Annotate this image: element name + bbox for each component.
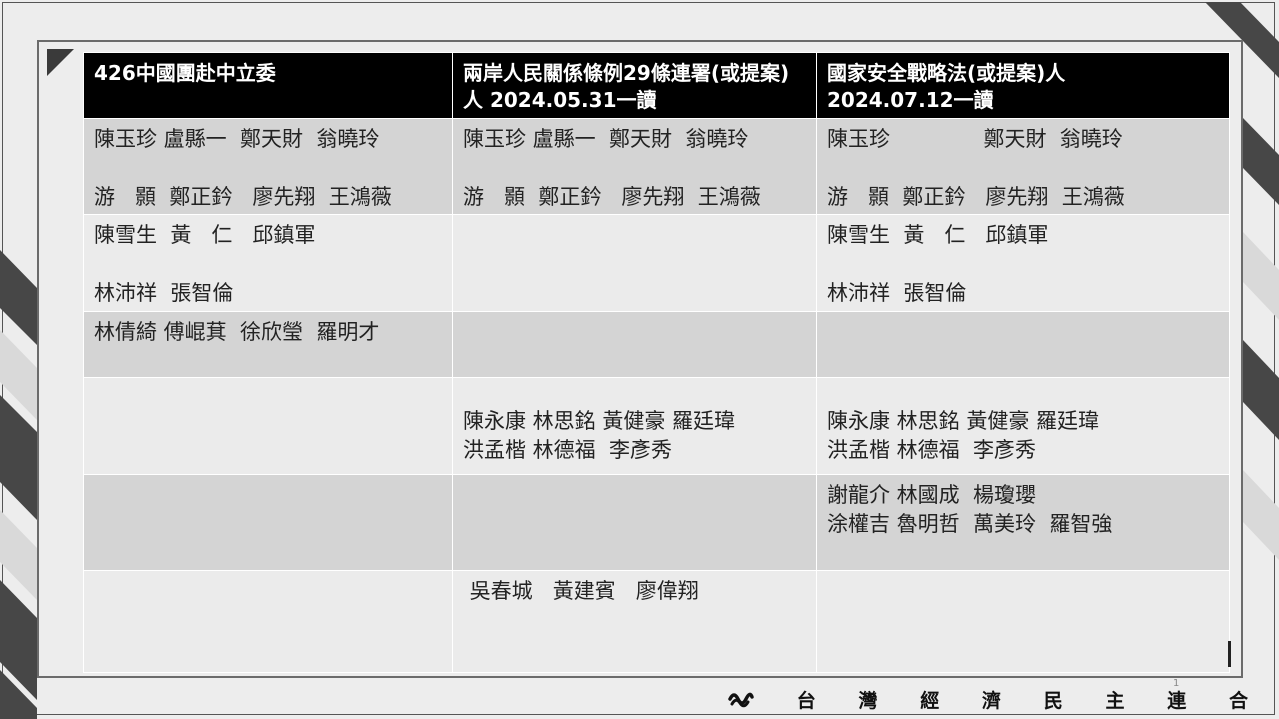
table-row: 陳玉珍 盧縣一 鄭天財 翁曉玲 游 顥 鄭正鈐 廖先翔 王鴻薇 陳玉珍 盧縣一 …: [83, 118, 1230, 215]
table-cell: [816, 311, 1230, 378]
footer-char: 經: [920, 689, 940, 712]
table-cell: 吳春城 黃建賓 廖偉翔: [452, 570, 817, 673]
footer-organization-name: 台 灣 經 濟 民 主 連 合: [728, 684, 1248, 714]
table-cell: 陳玉珍 盧縣一 鄭天財 翁曉玲 游 顥 鄭正鈐 廖先翔 王鴻薇: [83, 118, 453, 215]
table-cell: 陳玉珍 盧縣一 鄭天財 翁曉玲 游 顥 鄭正鈐 廖先翔 王鴻薇: [452, 118, 817, 215]
legislator-table: 426中國團赴中立委 兩岸人民關係條例29條連署(或提案)人 2024.05.3…: [83, 52, 1230, 673]
table-row: 謝龍介 林國成 楊瓊瓔 涂權吉 魯明哲 萬美玲 羅智強: [83, 474, 1230, 571]
slide-edge-mark: [1228, 641, 1231, 667]
table-cell: [83, 474, 453, 571]
slide: 426中國團赴中立委 兩岸人民關係條例29條連署(或提案)人 2024.05.3…: [0, 0, 1279, 719]
wave-logo-icon: [728, 692, 754, 708]
table-row: 陳雪生 黃 仁 邱鎮軍 林沛祥 張智倫 陳雪生 黃 仁 邱鎮軍 林沛祥 張智倫: [83, 214, 1230, 312]
corner-triangle-decoration: [47, 49, 74, 76]
table-row: 吳春城 黃建賓 廖偉翔: [83, 570, 1230, 673]
table-cell: [816, 570, 1230, 673]
column-header: 426中國團赴中立委: [83, 52, 453, 119]
table-cell: 陳雪生 黃 仁 邱鎮軍 林沛祥 張智倫: [816, 214, 1230, 312]
table-cell: [83, 570, 453, 673]
footer-char: 主: [1105, 689, 1125, 712]
column-header: 兩岸人民關係條例29條連署(或提案)人 2024.05.31一讀: [452, 52, 817, 119]
footer-char: 灣: [858, 689, 878, 712]
table-cell: [452, 311, 817, 378]
footer-char: 連: [1167, 689, 1187, 712]
table-header-row: 426中國團赴中立委 兩岸人民關係條例29條連署(或提案)人 2024.05.3…: [83, 52, 1230, 119]
table-cell: 陳雪生 黃 仁 邱鎮軍 林沛祥 張智倫: [83, 214, 453, 312]
footer-char: 民: [1043, 689, 1063, 712]
table-cell: [452, 474, 817, 571]
table-cell: [83, 377, 453, 475]
table-row: 林倩綺 傅崐萁 徐欣瑩 羅明才: [83, 311, 1230, 378]
footer-char: 台: [796, 689, 816, 712]
column-header: 國家安全戰略法(或提案)人 2024.07.12一讀: [816, 52, 1230, 119]
table-cell: 陳玉珍 鄭天財 翁曉玲 游 顥 鄭正鈐 廖先翔 王鴻薇: [816, 118, 1230, 215]
footer-char: 合: [1228, 689, 1248, 712]
table-cell: 謝龍介 林國成 楊瓊瓔 涂權吉 魯明哲 萬美玲 羅智強: [816, 474, 1230, 571]
table-cell: [452, 214, 817, 312]
table-cell: 林倩綺 傅崐萁 徐欣瑩 羅明才: [83, 311, 453, 378]
table-cell: 陳永康 林思銘 黃健豪 羅廷瑋 洪孟楷 林德福 李彥秀: [816, 377, 1230, 475]
table-cell: 陳永康 林思銘 黃健豪 羅廷瑋 洪孟楷 林德福 李彥秀: [452, 377, 817, 475]
footer-char: 濟: [981, 689, 1001, 712]
table-row: 陳永康 林思銘 黃健豪 羅廷瑋 洪孟楷 林德福 李彥秀 陳永康 林思銘 黃健豪 …: [83, 377, 1230, 475]
